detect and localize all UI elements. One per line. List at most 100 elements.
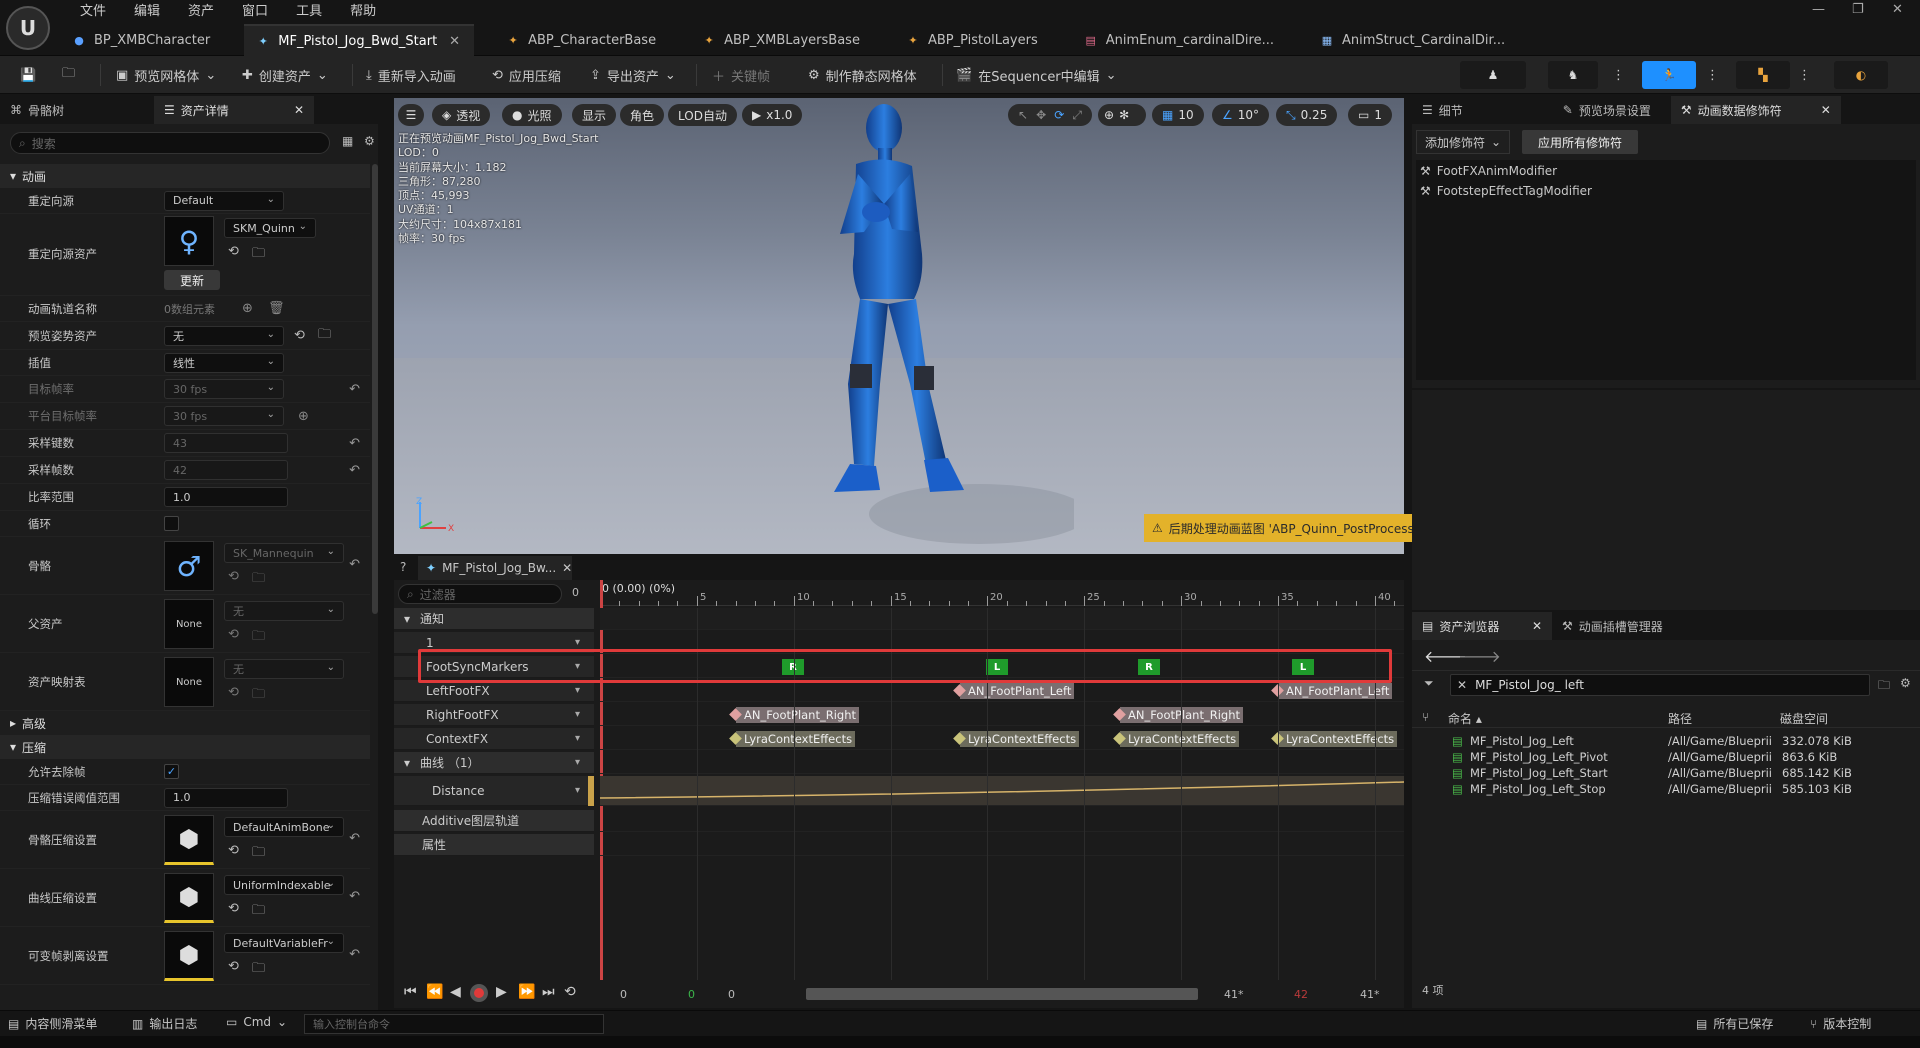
table-row[interactable]: ▤ MF_Pistol_Jog_Left/All/Game/Blueprii 332… bbox=[1412, 734, 1920, 750]
play-icon[interactable]: ▶ bbox=[496, 984, 507, 1000]
browse-folder-icon[interactable]: 🗀 bbox=[252, 569, 265, 591]
gear-icon[interactable]: ⚙ bbox=[1900, 676, 1911, 690]
dropdown-icon[interactable]: ▾ bbox=[575, 733, 580, 744]
allow-strip-checkbox[interactable]: ✓ bbox=[164, 764, 179, 779]
tab-bp-xmbcharacter[interactable]: ● BP_XMBCharacter bbox=[60, 24, 224, 56]
table-row[interactable]: ▤ MF_Pistol_Jog_Left_Pivot/All/Game/Bluep… bbox=[1412, 750, 1920, 766]
tab-abp-xmblayersbase[interactable]: ✦ ABP_XMBLayersBase bbox=[690, 24, 874, 56]
browse-folder-icon[interactable]: 🗀 bbox=[252, 843, 265, 865]
content-drawer-button[interactable]: ▤ 内容侧滑菜单 bbox=[8, 1015, 97, 1032]
modifier-item[interactable]: ⚒ FootFXAnimModifier bbox=[1420, 164, 1557, 178]
notify-footplant-right[interactable]: AN_FootPlant_Right bbox=[736, 707, 860, 723]
more-options-icon[interactable]: ⋮ bbox=[1606, 62, 1631, 88]
lane-leftfoot[interactable]: AN_FootPlant_Left AN_FootPlant_Left bbox=[600, 680, 1404, 702]
parent-asset-thumbnail[interactable]: None bbox=[164, 599, 214, 649]
help-icon[interactable]: ? bbox=[400, 560, 406, 574]
loop-icon[interactable]: ⟲ bbox=[564, 984, 576, 1000]
close-icon[interactable]: ✕ bbox=[1821, 103, 1831, 117]
camera-speed-button[interactable]: ▭ 1 bbox=[1348, 104, 1392, 126]
tab-anim-modifiers[interactable]: ⚒ 动画数据修饰符 ✕ bbox=[1670, 96, 1841, 124]
track-curves[interactable]: ▾ 曲线 （1） ▾ bbox=[394, 752, 594, 774]
notify-context-effects[interactable]: LyraContextEffects bbox=[1120, 731, 1240, 747]
track-notifies[interactable]: ▾ 通知 bbox=[394, 608, 594, 630]
use-selected-icon[interactable]: ⟲ bbox=[228, 244, 239, 259]
forward-arrow-icon[interactable]: 🡒 bbox=[1458, 646, 1501, 666]
tab-mf-pistol-jog-bwd-start[interactable]: ✦ MF_Pistol_Jog_Bwd_Start ✕ bbox=[244, 24, 475, 56]
skip-start-icon[interactable]: ⏮ bbox=[404, 984, 417, 1000]
menu-edit[interactable]: 编辑 bbox=[120, 2, 174, 22]
tab-skeleton-tree[interactable]: ⌘ 骨骼树 bbox=[0, 96, 74, 124]
section-animation[interactable]: ▾ 动画 bbox=[0, 164, 370, 188]
timeline-filter-input[interactable]: ⌕ 过滤器 bbox=[398, 584, 562, 604]
scale-snap-button[interactable]: ⤡ 0.25 bbox=[1276, 104, 1338, 126]
viewport-menu-button[interactable]: ☰ bbox=[398, 104, 424, 126]
folder-icon[interactable]: 🗀 bbox=[1878, 676, 1890, 697]
update-button[interactable]: 更新 bbox=[164, 270, 220, 290]
lane-context[interactable]: LyraContextEffects LyraContextEffects Ly… bbox=[600, 728, 1404, 750]
unreal-logo[interactable]: U bbox=[6, 6, 50, 50]
dropdown-icon[interactable]: ▾ bbox=[575, 637, 580, 648]
interpolation-dropdown[interactable]: 线性 ⌄ bbox=[164, 352, 284, 373]
column-picker-icon[interactable]: ⑂ bbox=[1422, 710, 1429, 724]
tab-abp-pistollayers[interactable]: ✦ ABP_PistolLayers bbox=[894, 24, 1052, 56]
add-modifier-dropdown[interactable]: 添加修饰符 ⌄ bbox=[1416, 130, 1511, 154]
menu-tools[interactable]: 工具 bbox=[282, 2, 336, 22]
make-static-mesh-button[interactable]: ⚙ 制作静态网格体 bbox=[802, 62, 923, 88]
close-icon[interactable]: ✕ bbox=[1532, 619, 1542, 633]
skm-quinn-thumbnail[interactable]: ♀ bbox=[164, 216, 214, 266]
browse-folder-icon[interactable]: 🗀 bbox=[252, 685, 265, 707]
skip-end-icon[interactable]: ⏭ bbox=[542, 984, 555, 1000]
reset-icon[interactable]: ↶ bbox=[349, 831, 360, 846]
browse-folder-icon[interactable]: 🗀 bbox=[252, 959, 265, 981]
lit-button[interactable]: ● 光照 bbox=[502, 104, 562, 126]
close-icon[interactable]: ✕ bbox=[294, 103, 304, 117]
section-compression[interactable]: ▾ 压缩 bbox=[0, 735, 370, 759]
reset-icon[interactable]: ↶ bbox=[349, 436, 360, 451]
track-leftfoot[interactable]: LeftFootFX ▾ bbox=[394, 680, 594, 702]
lane-distance-curve[interactable] bbox=[599, 776, 1405, 806]
skeleton-mode-button[interactable]: ♟ bbox=[1460, 61, 1526, 89]
track-rightfoot[interactable]: RightFootFX ▾ bbox=[394, 704, 594, 726]
reimport-button[interactable]: ⤓ 重新导入动画 bbox=[360, 62, 462, 88]
trash-icon[interactable]: 🗑 bbox=[268, 301, 285, 316]
use-selected-icon[interactable]: ⟲ bbox=[228, 685, 239, 700]
notify-context-effects[interactable]: LyraContextEffects bbox=[1278, 731, 1398, 747]
apply-all-modifiers-button[interactable]: 应用所有修饰符 bbox=[1522, 130, 1639, 154]
add-override-icon[interactable]: ⊕ bbox=[298, 409, 309, 424]
output-log-button[interactable]: ▥ 输出日志 bbox=[132, 1015, 197, 1032]
compression-error-field[interactable]: 1.0 bbox=[164, 787, 288, 808]
tab-animenum[interactable]: ▤ AnimEnum_cardinalDire... bbox=[1072, 24, 1288, 56]
blueprint-mode-button[interactable]: ▚ bbox=[1736, 61, 1790, 89]
retarget-asset-dropdown[interactable]: SKM_Quinn ⌄ bbox=[224, 218, 316, 238]
minimize-icon[interactable]: — bbox=[1812, 2, 1825, 17]
mesh-mode-button[interactable]: ♞ bbox=[1548, 61, 1598, 89]
bone-compression-dropdown[interactable]: DefaultAnimBone ⌄ bbox=[224, 817, 344, 837]
rotation-snap-button[interactable]: ∠ 10° bbox=[1212, 104, 1270, 126]
notify-footplant-left[interactable]: AN_FootPlant_Left bbox=[960, 683, 1075, 699]
section-advanced[interactable]: ▸ 高级 bbox=[0, 711, 370, 735]
variable-frame-dropdown[interactable]: DefaultVariableFr ⌄ bbox=[224, 933, 344, 953]
tab-asset-browser[interactable]: ▤ 资产浏览器 ✕ bbox=[1412, 612, 1552, 640]
character-button[interactable]: 角色 bbox=[620, 104, 665, 126]
show-button[interactable]: 显示 bbox=[572, 104, 617, 126]
cmd-dropdown[interactable]: ▭ Cmd ⌄ bbox=[226, 1015, 287, 1029]
preview-pose-dropdown[interactable]: 无 ⌄ bbox=[164, 325, 284, 346]
left-scrollbar[interactable] bbox=[372, 164, 378, 614]
tab-preview-scene[interactable]: ✎ 预览场景设置 bbox=[1553, 96, 1661, 124]
animation-mode-button[interactable]: 🏃 bbox=[1642, 61, 1696, 89]
use-selected-icon[interactable]: ⟲ bbox=[228, 901, 239, 916]
perspective-button[interactable]: ◈ 透视 bbox=[432, 104, 491, 126]
preview-viewport[interactable]: ☰ ◈ 透视 ● 光照 显示 角色 LOD自动 ▶ x1.0 ↖ ✥ ⟳ ⤢ ⊕ ✻ ▦ 10 … bbox=[394, 98, 1788, 554]
prev-key-icon[interactable]: ⏪ bbox=[426, 984, 443, 1000]
timeline-scrollbar[interactable] bbox=[806, 988, 1198, 1000]
track-context[interactable]: ContextFX ▾ bbox=[394, 728, 594, 750]
gear-icon[interactable]: ⚙ bbox=[364, 134, 375, 148]
browse-icon[interactable]: 🗀 bbox=[56, 62, 81, 88]
use-selected-icon[interactable]: ⟲ bbox=[228, 959, 239, 974]
tab-timeline[interactable]: ✦ MF_Pistol_Jog_Bw... ✕ bbox=[418, 556, 572, 580]
export-asset-button[interactable]: ⇪ 导出资产 ⌄ bbox=[584, 62, 682, 88]
track-additive[interactable]: Additive图层轨道 bbox=[394, 810, 594, 832]
notify-footplant-left[interactable]: AN_FootPlant_Left bbox=[1278, 683, 1393, 699]
curve-compression-thumbnail[interactable]: ⬢ bbox=[164, 873, 214, 923]
clear-icon[interactable]: ✕ bbox=[1457, 678, 1467, 692]
